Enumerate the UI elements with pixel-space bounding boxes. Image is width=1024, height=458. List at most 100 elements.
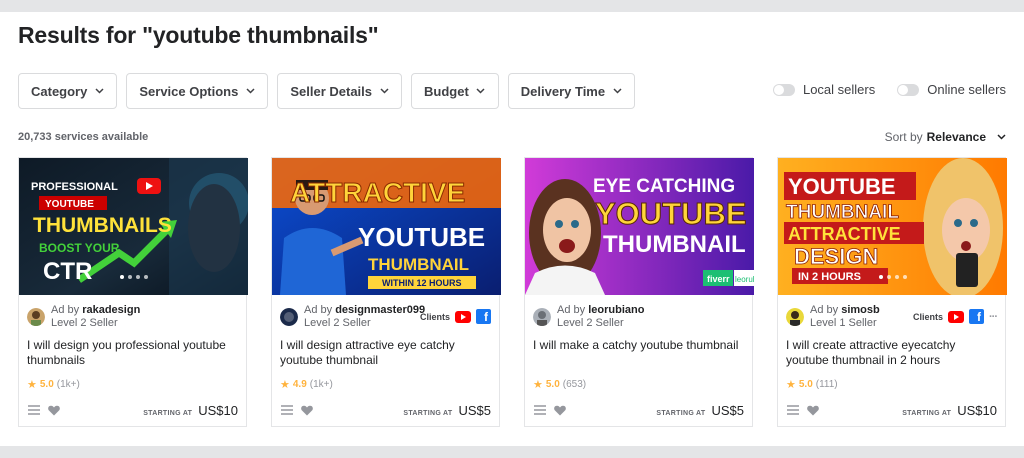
gig-card[interactable]: PROFESSIONAL YOUTUBE THUMBNAILS BOOST YO…: [18, 157, 248, 427]
thumb-text: PROFESSIONAL: [31, 181, 118, 193]
price-value: US$10: [198, 402, 238, 418]
more-icon[interactable]: ···: [989, 311, 998, 323]
list-icon[interactable]: [27, 403, 41, 417]
gig-thumbnail[interactable]: PROFESSIONAL YOUTUBE THUMBNAILS BOOST YO…: [19, 158, 248, 295]
online-sellers-toggle[interactable]: Online sellers: [897, 82, 1006, 97]
avatar[interactable]: [786, 308, 804, 326]
rating-score: 4.9: [292, 379, 307, 390]
rating-score: 5.0: [39, 379, 54, 390]
gig-card[interactable]: ATTRACTIVE YOUTUBE THUMBNAIL WITHIN 12 H…: [271, 157, 501, 427]
price-label: STARTING AT: [656, 409, 706, 417]
price: STARTING AT US$10: [143, 403, 238, 418]
local-sellers-toggle[interactable]: Local sellers: [772, 82, 875, 97]
list-icon[interactable]: [786, 403, 800, 417]
filter-category[interactable]: Category: [18, 73, 118, 109]
gig-card[interactable]: YOUTUBE THUMBNAIL ATTRACTIVE DESIGN IN 2…: [777, 157, 1007, 427]
heart-icon[interactable]: [553, 403, 567, 417]
seller-level: Level 2 Seller: [51, 317, 118, 329]
price-label: STARTING AT: [143, 409, 193, 417]
thumb-text: CTR: [43, 258, 92, 285]
price-label: STARTING AT: [902, 409, 952, 417]
thumb-text: ATTRACTIVE: [290, 177, 465, 208]
seller-toggles: Local sellers Online sellers: [772, 82, 1006, 97]
filter-delivery-time[interactable]: Delivery Time: [507, 73, 636, 109]
thumb-text: THUMBNAIL: [603, 231, 746, 258]
toggle-switch[interactable]: [772, 83, 795, 96]
thumbnail-image: EYE CATCHING YOUTUBE THUMBNAIL fiverr le…: [525, 158, 754, 295]
list-icon[interactable]: [280, 403, 294, 417]
thumb-text: ATTRACTIVE: [788, 224, 901, 244]
seller-name[interactable]: designmaster099: [335, 304, 425, 316]
avatar[interactable]: [27, 308, 45, 326]
chevron-down-icon: [94, 86, 104, 96]
list-icon[interactable]: [533, 403, 547, 417]
client-badges: Clients f: [420, 309, 491, 324]
filter-label: Category: [31, 83, 88, 99]
gig-rating: ★ 5.0 (1k+): [27, 378, 80, 391]
seller-name[interactable]: rakadesign: [82, 304, 140, 316]
heart-icon[interactable]: [806, 403, 820, 417]
heart-icon[interactable]: [300, 403, 314, 417]
chevron-down-icon: [476, 86, 486, 96]
avatar[interactable]: [280, 308, 298, 326]
chevron-down-icon: [612, 86, 622, 96]
filter-label: Service Options: [139, 83, 239, 99]
card-footer: STARTING AT US$5: [525, 394, 752, 426]
thumb-text: THUMBNAIL: [786, 202, 899, 223]
gig-title[interactable]: I will make a catchy youtube thumbnail: [533, 338, 745, 353]
gig-rating: ★ 4.9 (1k+): [280, 378, 333, 391]
gig-card[interactable]: EYE CATCHING YOUTUBE THUMBNAIL fiverr le…: [524, 157, 754, 427]
heart-icon[interactable]: [47, 403, 61, 417]
review-count: (1k+): [56, 379, 80, 390]
filter-label: Delivery Time: [520, 83, 606, 99]
filter-budget[interactable]: Budget: [411, 73, 499, 109]
youtube-icon: [948, 310, 964, 323]
filter-label: Seller Details: [290, 83, 372, 99]
seller-level: Level 2 Seller: [304, 317, 371, 329]
sort-value: Relevance: [926, 130, 986, 144]
carousel-dots[interactable]: [119, 275, 148, 279]
thumb-text: YOUTUBE: [358, 222, 485, 252]
thumb-text: THUMBNAILS: [33, 214, 172, 237]
rating-score: 5.0: [545, 379, 560, 390]
price-value: US$10: [957, 402, 997, 418]
carousel-dots[interactable]: [878, 275, 907, 279]
seller-info: Ad by designmaster099 Level 2 Seller: [280, 304, 425, 330]
gig-title[interactable]: I will create attractive eyecatchy youtu…: [786, 338, 998, 368]
thumb-text: THUMBNAIL: [368, 255, 469, 274]
clients-label: Clients: [419, 311, 450, 322]
seller-info: Ad by simosb Level 1 Seller: [786, 304, 880, 330]
gig-title[interactable]: I will design you professional youtube t…: [27, 338, 239, 368]
avatar[interactable]: [533, 308, 551, 326]
rating-score: 5.0: [798, 379, 813, 390]
youtube-icon: [455, 310, 471, 323]
price-value: US$5: [711, 402, 744, 418]
card-footer: STARTING AT US$10: [19, 394, 246, 426]
filter-seller-details[interactable]: Seller Details: [277, 73, 402, 109]
gig-thumbnail[interactable]: YOUTUBE THUMBNAIL ATTRACTIVE DESIGN IN 2…: [778, 158, 1007, 295]
filter-service-options[interactable]: Service Options: [126, 73, 269, 109]
seller-name[interactable]: leorubiano: [588, 304, 644, 316]
gig-thumbnail[interactable]: ATTRACTIVE YOUTUBE THUMBNAIL WITHIN 12 H…: [272, 158, 501, 295]
star-icon: ★: [280, 379, 290, 391]
price-label: STARTING AT: [403, 409, 453, 417]
review-count: (111): [815, 379, 838, 390]
price: STARTING AT US$5: [656, 403, 744, 418]
star-icon: ★: [786, 379, 796, 391]
review-count: (653): [562, 379, 587, 390]
results-count: 20,733 services available: [18, 131, 149, 143]
gig-rating: ★ 5.0 (111): [786, 378, 838, 391]
thumb-text: DESIGN: [794, 244, 878, 269]
toggle-switch[interactable]: [897, 83, 920, 96]
thumb-text: IN 2 HOURS: [798, 271, 861, 283]
seller-name[interactable]: simosb: [841, 304, 880, 316]
sort-dropdown[interactable]: Sort by Relevance: [885, 130, 1006, 144]
card-footer: STARTING AT US$10: [778, 394, 1005, 426]
gig-thumbnail[interactable]: EYE CATCHING YOUTUBE THUMBNAIL fiverr le…: [525, 158, 754, 295]
thumb-text: leorub: [735, 275, 754, 284]
ad-prefix: Ad by: [810, 304, 839, 316]
page-title: Results for "youtube thumbnails": [18, 22, 379, 48]
gig-title[interactable]: I will design attractive eye catchy yout…: [280, 338, 492, 368]
ad-prefix: Ad by: [51, 304, 80, 316]
thumb-text: YOUTUBE: [788, 174, 896, 199]
